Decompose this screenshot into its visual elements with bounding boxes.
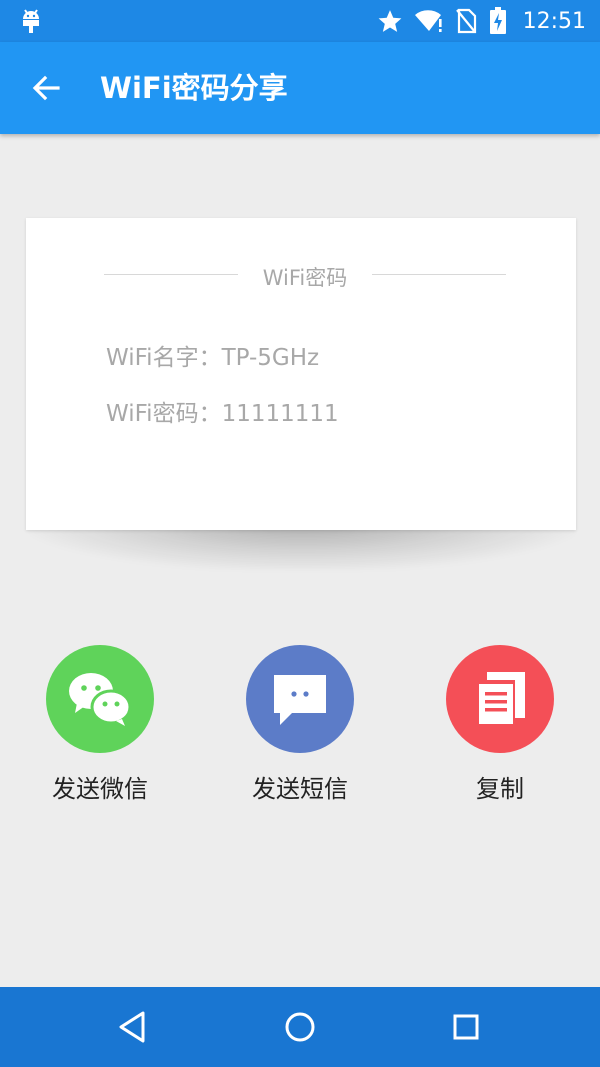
wifi-name-text: WiFi名字：TP-5GHz (106, 345, 320, 371)
send-wechat-button[interactable]: 发送微信 (20, 645, 180, 804)
battery-charging-icon (489, 7, 506, 34)
page-title: WiFi密码分享 (100, 71, 288, 105)
wechat-icon (46, 645, 154, 753)
send-sms-button[interactable]: 发送短信 (220, 645, 380, 804)
home-circle-icon[interactable] (280, 1007, 320, 1047)
android-icon (23, 9, 39, 33)
copy-icon (446, 645, 554, 753)
star-icon (378, 10, 401, 32)
app-bar: WiFi密码分享 (0, 42, 600, 134)
share-actions: 发送微信 发送短信 复制 (0, 645, 600, 815)
status-bar: 12:51 (0, 0, 600, 42)
message-icon (246, 645, 354, 753)
divider-right (372, 274, 506, 275)
recents-square-icon[interactable] (446, 1007, 486, 1047)
send-wechat-label: 发送微信 (52, 775, 148, 803)
clock-time: 12:51 (522, 8, 586, 34)
back-triangle-icon[interactable] (113, 1007, 153, 1047)
no-sim-icon (455, 8, 476, 34)
card-header: WiFi密码 (104, 260, 506, 290)
copy-button[interactable]: 复制 (420, 645, 580, 804)
navigation-bar (0, 987, 600, 1067)
wifi-password-text: WiFi密码：11111111 (106, 401, 339, 427)
arrow-back-icon[interactable] (30, 72, 62, 104)
wifi-icon (414, 10, 442, 32)
wifi-info-card: WiFi密码 WiFi名字：TP-5GHz WiFi密码：11111111 (26, 218, 576, 530)
send-sms-label: 发送短信 (252, 775, 348, 803)
card-title: WiFi密码 (262, 266, 348, 290)
copy-label: 复制 (476, 775, 524, 803)
